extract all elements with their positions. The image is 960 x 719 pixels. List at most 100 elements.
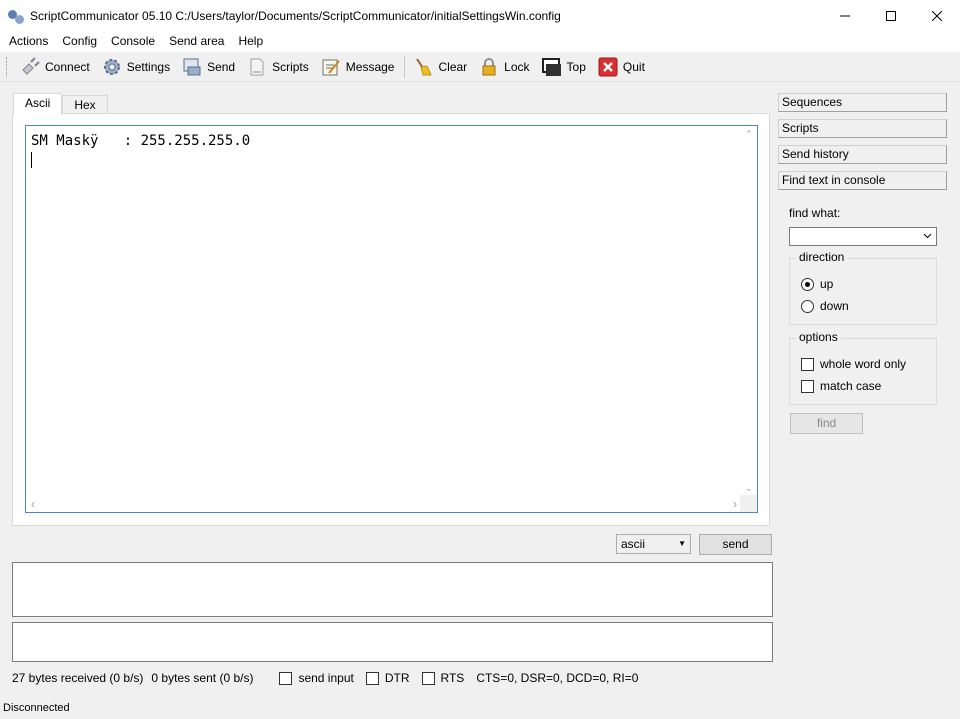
connect-button[interactable]: Connect <box>15 55 95 79</box>
scroll-down-icon[interactable]: ⌄ <box>745 483 753 494</box>
whole-word-option[interactable]: whole word only <box>801 357 906 371</box>
console-text: SM Maskÿ : 255.255.255.0 <box>31 133 251 149</box>
message-label: Message <box>345 59 395 74</box>
scroll-corner <box>740 495 757 512</box>
send-keypad-icon <box>183 58 201 75</box>
dropdown-arrow-icon: ▼ <box>678 539 686 548</box>
find-button[interactable]: find <box>790 413 863 434</box>
send-toolbar-button[interactable]: Send <box>177 55 240 79</box>
minimize-icon <box>840 15 850 16</box>
clear-label: Clear <box>438 59 468 74</box>
minimize-button[interactable] <box>822 0 868 31</box>
match-case-option[interactable]: match case <box>801 379 881 393</box>
send-area-input[interactable] <box>12 562 773 617</box>
lock-icon <box>482 57 496 75</box>
text-caret <box>31 152 32 168</box>
script-document-icon <box>250 58 264 75</box>
scripts-button[interactable]: Scripts <box>242 55 314 79</box>
settings-label: Settings <box>126 59 171 74</box>
connect-label: Connect <box>45 59 90 74</box>
signal-status: CTS=0, DSR=0, DCD=0, RI=0 <box>476 671 639 685</box>
menu-send-area[interactable]: Send area <box>162 31 231 52</box>
broom-icon <box>416 57 433 75</box>
send-input-checkbox[interactable] <box>279 671 293 685</box>
bytes-received: 27 bytes received (0 b/s) <box>12 671 144 685</box>
maximize-button[interactable] <box>868 0 914 31</box>
menu-help[interactable]: Help <box>231 31 270 52</box>
console-vertical-scrollbar[interactable]: ⌃ ⌄ <box>740 126 757 496</box>
scripts-label: Scripts <box>272 59 309 74</box>
rts-checkbox[interactable] <box>421 671 435 685</box>
sequences-button[interactable]: Sequences <box>778 93 947 112</box>
status-line: 27 bytes received (0 b/s) 0 bytes sent (… <box>12 670 638 686</box>
menu-actions[interactable]: Actions <box>2 31 55 52</box>
toolbar: Connect Settings Send Scripts Message Cl… <box>0 52 960 82</box>
window-top-icon <box>541 57 561 76</box>
quit-button[interactable]: Quit <box>593 55 650 79</box>
top-label: Top <box>566 59 586 74</box>
menu-console[interactable]: Console <box>104 31 162 52</box>
status-bar: Disconnected <box>0 700 960 719</box>
scroll-left-icon[interactable]: ‹ <box>31 497 35 511</box>
console-output[interactable]: SM Maskÿ : 255.255.255.0 ⌃ ⌄ ‹ › <box>25 125 758 513</box>
direction-up-option[interactable]: up <box>801 277 833 291</box>
lock-label: Lock <box>504 59 530 74</box>
toolbar-grip[interactable] <box>6 56 9 77</box>
maximize-icon <box>886 10 896 21</box>
app-gears-icon <box>8 8 24 24</box>
send-format-value: ascii <box>621 537 646 551</box>
menu-config[interactable]: Config <box>55 31 104 52</box>
direction-down-radio[interactable] <box>801 299 814 313</box>
send-input-label: send input <box>298 671 354 685</box>
console-horizontal-scrollbar[interactable]: ‹ › <box>26 495 742 512</box>
bytes-sent: 0 bytes sent (0 b/s) <box>151 671 254 685</box>
gear-icon <box>103 58 120 75</box>
direction-up-label: up <box>820 277 834 291</box>
tab-hex[interactable]: Hex <box>62 95 108 115</box>
tab-ascii[interactable]: Ascii <box>13 93 63 115</box>
close-button[interactable] <box>914 0 960 31</box>
settings-button[interactable]: Settings <box>97 55 175 79</box>
message-notepad-icon <box>322 59 340 75</box>
send-button[interactable]: send <box>699 534 772 555</box>
title-bar: ScriptCommunicator 05.10 C:/Users/taylor… <box>0 0 960 31</box>
find-what-label: find what: <box>789 206 841 220</box>
whole-word-checkbox[interactable] <box>801 357 814 371</box>
dtr-checkbox[interactable] <box>365 671 379 685</box>
dtr-checkbox-item[interactable]: DTR <box>365 671 410 685</box>
send-toolbar-label: Send <box>207 59 236 74</box>
rts-label: RTS <box>440 671 465 685</box>
options-group: options whole word only match case <box>789 330 937 405</box>
options-title: options <box>796 330 841 344</box>
quit-x-icon <box>598 57 618 76</box>
send-history-button[interactable]: Send history <box>778 145 947 164</box>
menu-bar: Actions Config Console Send area Help <box>0 31 960 52</box>
send-format-select[interactable]: ascii ▼ <box>616 534 691 554</box>
direction-down-label: down <box>820 299 849 313</box>
direction-down-option[interactable]: down <box>801 299 849 313</box>
rts-checkbox-item[interactable]: RTS <box>421 671 465 685</box>
toolbar-separator <box>404 55 406 78</box>
close-icon <box>932 10 942 21</box>
find-text-button[interactable]: Find text in console <box>778 171 947 190</box>
send-input-field[interactable] <box>12 622 773 662</box>
scripts-panel-button[interactable]: Scripts <box>778 119 947 138</box>
direction-title: direction <box>796 250 848 264</box>
top-button[interactable]: Top <box>537 55 591 79</box>
chevron-down-icon[interactable] <box>922 230 933 241</box>
window-title: ScriptCommunicator 05.10 C:/Users/taylor… <box>30 8 561 23</box>
lock-button[interactable]: Lock <box>474 55 534 79</box>
direction-group: direction up down <box>789 250 937 325</box>
clear-button[interactable]: Clear <box>408 55 472 79</box>
find-what-input[interactable] <box>789 227 937 246</box>
send-input-checkbox-item[interactable]: send input <box>279 671 354 685</box>
quit-label: Quit <box>622 59 645 74</box>
message-button[interactable]: Message <box>316 55 400 79</box>
whole-word-label: whole word only <box>820 357 907 371</box>
scroll-up-icon[interactable]: ⌃ <box>745 129 753 140</box>
match-case-checkbox[interactable] <box>801 379 814 393</box>
dtr-label: DTR <box>384 671 410 685</box>
direction-up-radio[interactable] <box>801 277 814 291</box>
console-tabs: Ascii Hex <box>13 93 108 115</box>
scroll-right-icon[interactable]: › <box>733 497 737 511</box>
